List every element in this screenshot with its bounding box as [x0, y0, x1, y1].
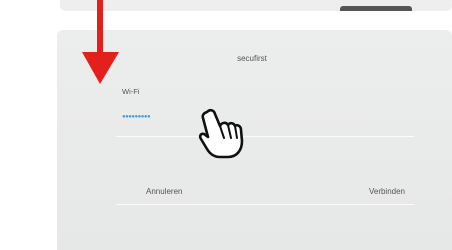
connect-button[interactable]: Verbinden: [369, 187, 405, 196]
wifi-password-input[interactable]: ●●●●●●●●●: [116, 110, 414, 137]
down-arrow-icon: [82, 0, 119, 84]
screen: secufirst Wi-Fi ●●●●●●●●● Annuleren Verb…: [0, 0, 452, 250]
password-value: ●●●●●●●●●: [122, 114, 151, 120]
previous-card-button[interactable]: [340, 6, 412, 11]
cancel-button[interactable]: Annuleren: [146, 187, 182, 196]
pointing-hand-cursor-icon: [198, 108, 244, 159]
wifi-field-label: Wi-Fi: [122, 87, 140, 96]
dialog-actions: Annuleren Verbinden: [116, 178, 414, 205]
